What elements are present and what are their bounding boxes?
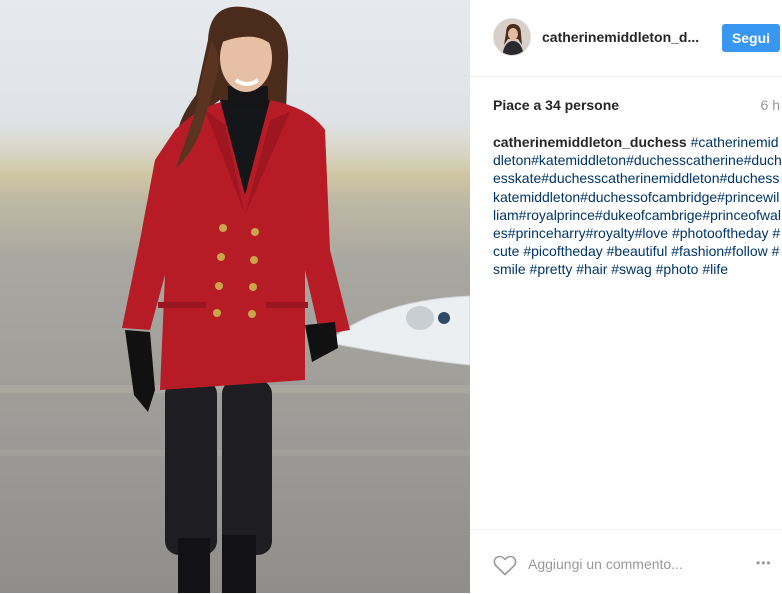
photo-illustration xyxy=(0,6,470,593)
post-photo[interactable] xyxy=(0,0,470,593)
heart-outline-icon[interactable] xyxy=(493,554,517,576)
avatar-image xyxy=(494,19,530,55)
post-side-panel: catherinemiddleton_d... Segui Piace a 34… xyxy=(470,0,782,593)
post-caption: catherinemiddleton_duchess #catherinemid… xyxy=(493,133,782,279)
post-footer: ••• xyxy=(470,529,782,594)
username-link[interactable]: catherinemiddleton_d... xyxy=(542,29,699,45)
post-timestamp[interactable]: 6 h xyxy=(761,97,780,113)
caption-hashtags[interactable]: #catherinemiddleton#katemiddleton#duches… xyxy=(493,134,782,277)
likes-count[interactable]: Piace a 34 persone xyxy=(493,97,619,113)
follow-button[interactable]: Segui xyxy=(722,24,780,52)
post-header: catherinemiddleton_d... Segui xyxy=(470,0,782,77)
more-options-icon[interactable]: ••• xyxy=(756,556,772,570)
avatar[interactable] xyxy=(493,18,531,56)
comment-input[interactable] xyxy=(528,556,728,572)
caption-author-link[interactable]: catherinemiddleton_duchess xyxy=(493,134,687,150)
